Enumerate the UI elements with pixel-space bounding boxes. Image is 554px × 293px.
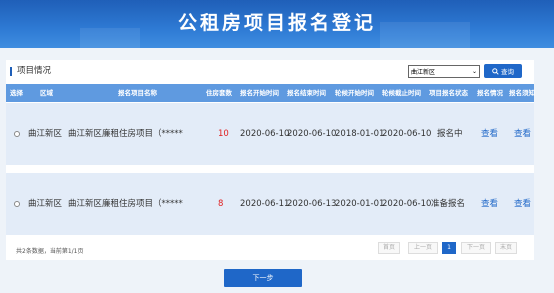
header-banner: 公租房项目报名登记 <box>0 0 554 48</box>
row-signup-start: 2020-06-11 <box>240 199 290 209</box>
district-select-value: 曲江新区 <box>411 69 436 76</box>
row-project: 曲江新区廉租住房项目（***** <box>68 199 183 209</box>
row-wait-start: 2020-01-01 <box>335 199 385 209</box>
table-row[interactable]: 曲江新区 曲江新区廉租住房项目（***** 8 2020-06-11 2020-… <box>6 173 534 235</box>
row-radio[interactable] <box>14 201 20 207</box>
col-signup-info: 报名情况 <box>477 89 503 97</box>
page-number-button[interactable]: 1 <box>442 242 456 254</box>
row-radio[interactable] <box>14 131 20 137</box>
row-wait-end: 2020-06-10 <box>382 129 432 139</box>
page-first-button[interactable]: 首页 <box>378 242 400 254</box>
page-prev-button[interactable]: 上一页 <box>408 242 438 254</box>
chevron-down-icon: ⌄ <box>471 68 477 75</box>
page-next-button[interactable]: 下一页 <box>461 242 491 254</box>
page-last-button[interactable]: 末页 <box>495 242 517 254</box>
pagination-summary: 共2条数据，当前第1/1页 <box>16 248 84 255</box>
row-signup-end: 2020-06-13 <box>287 199 337 209</box>
col-signup-start: 报名开始时间 <box>240 89 279 97</box>
table-header: 选择 区域 报名项目名称 住房套数 报名开始时间 报名结束时间 轮候开始时间 轮… <box>6 84 535 102</box>
col-status: 项目报名状态 <box>429 89 468 97</box>
row-status: 报名中 <box>437 129 463 139</box>
row-status: 准备报名 <box>431 199 466 209</box>
project-panel: 项目情况 曲江新区 ⌄ 查询 选择 区域 报名项目名称 住房套数 报名开始时间 … <box>6 60 535 260</box>
row-signup-start: 2020-06-10 <box>240 129 290 139</box>
search-icon <box>492 67 499 75</box>
col-project: 报名项目名称 <box>118 89 157 97</box>
col-notice: 报名须知 <box>509 89 535 97</box>
table-row[interactable]: 曲江新区 曲江新区廉租住房项目（***** 10 2020-06-10 2020… <box>6 103 534 165</box>
view-notice-link[interactable]: 查看 <box>514 173 531 235</box>
view-notice-link[interactable]: 查看 <box>514 103 531 165</box>
col-region: 区域 <box>40 89 53 97</box>
row-count: 10 <box>218 129 229 139</box>
col-wait-start: 轮候开始时间 <box>335 89 374 97</box>
row-project: 曲江新区廉租住房项目（***** <box>68 129 183 139</box>
row-region: 曲江新区 <box>28 199 63 209</box>
row-wait-start: 2018-01-01 <box>335 129 385 139</box>
district-select[interactable]: 曲江新区 ⌄ <box>408 65 480 78</box>
next-step-button[interactable]: 下一步 <box>224 269 302 287</box>
view-signup-link[interactable]: 查看 <box>481 103 498 165</box>
col-wait-end: 轮候截止时间 <box>382 89 421 97</box>
col-signup-end: 报名结束时间 <box>287 89 326 97</box>
page-title: 公租房项目报名登记 <box>177 12 376 34</box>
row-region: 曲江新区 <box>28 129 63 139</box>
view-signup-link[interactable]: 查看 <box>481 173 498 235</box>
row-count: 8 <box>218 199 224 209</box>
search-button-label: 查询 <box>501 68 514 76</box>
col-count: 住房套数 <box>206 89 232 97</box>
row-wait-end: 2020-06-10 <box>382 199 432 209</box>
col-select: 选择 <box>10 89 23 97</box>
row-signup-end: 2020-06-10 <box>287 129 337 139</box>
search-button[interactable]: 查询 <box>484 64 522 78</box>
section-title: 项目情况 <box>10 67 51 76</box>
